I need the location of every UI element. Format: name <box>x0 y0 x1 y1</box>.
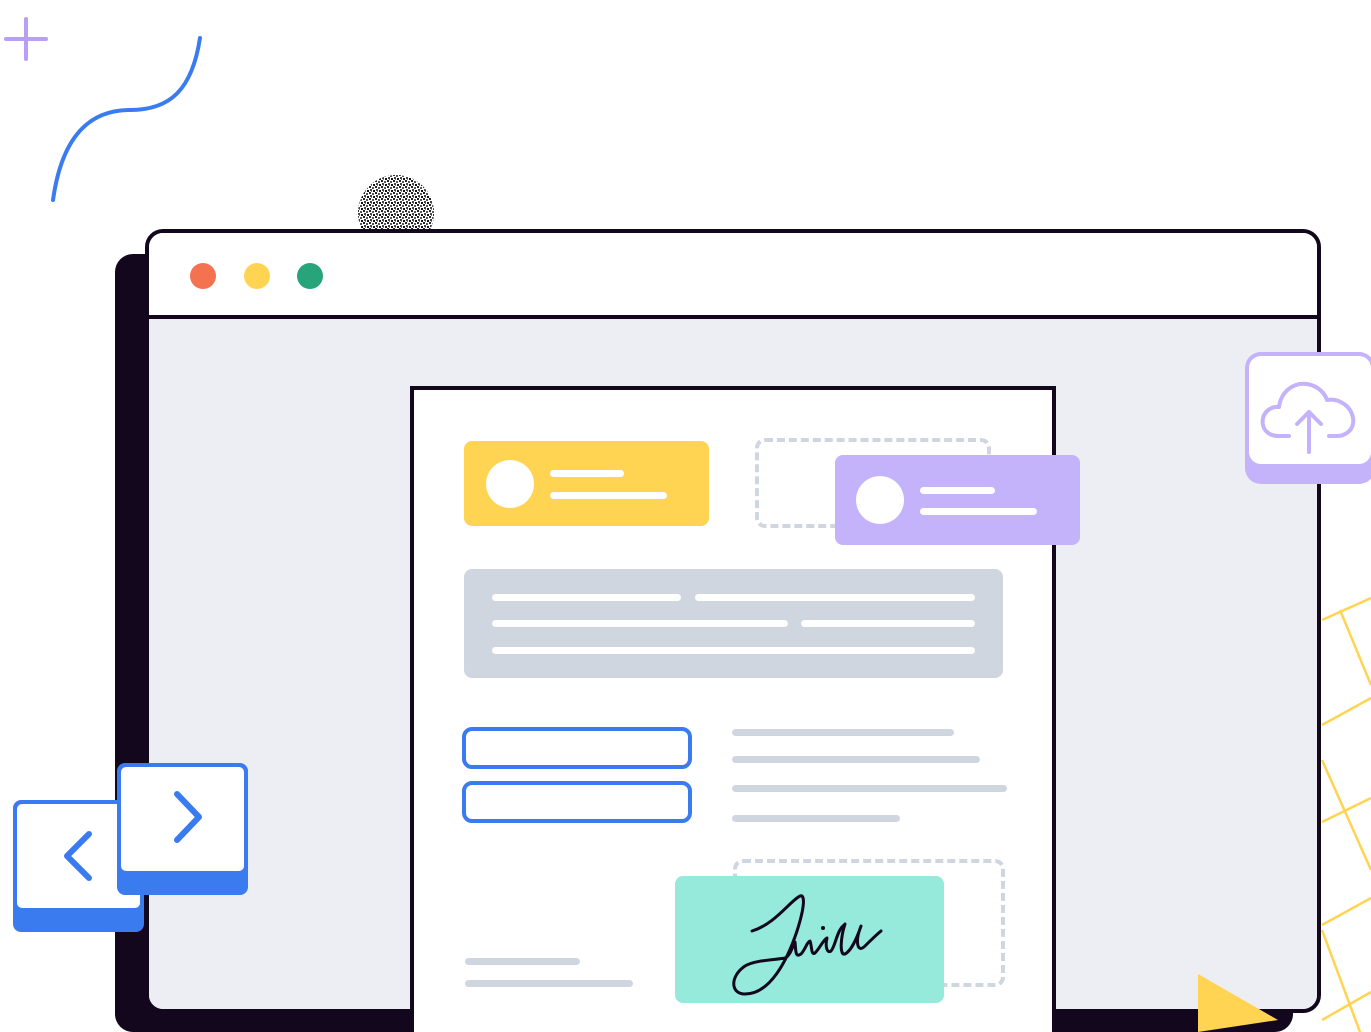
text-line <box>695 594 975 601</box>
text-line <box>465 980 633 987</box>
cloud-upload-icon <box>1260 381 1356 454</box>
avatar <box>486 460 534 508</box>
text-line <box>920 487 995 494</box>
window-titlebar <box>149 233 1317 319</box>
text-line <box>492 620 788 627</box>
text-line <box>732 785 1007 792</box>
text-block <box>464 569 1003 678</box>
signature <box>732 894 883 996</box>
text-line <box>801 620 975 627</box>
chevron-right-icon <box>174 791 202 843</box>
illustration-canvas <box>0 0 1371 1032</box>
minimize-dot[interactable] <box>244 263 270 289</box>
text-line <box>465 958 580 965</box>
upload-card-face <box>1249 356 1371 464</box>
text-line <box>732 815 900 822</box>
text-line <box>732 729 954 736</box>
input-field-1[interactable] <box>462 727 692 769</box>
text-line <box>920 508 1037 515</box>
close-dot[interactable] <box>190 263 216 289</box>
text-line <box>550 470 624 477</box>
input-field-2[interactable] <box>462 781 692 823</box>
text-line <box>550 492 667 499</box>
decorative-curve <box>51 36 202 202</box>
yellow-card <box>464 441 709 526</box>
text-line <box>492 647 975 654</box>
noise-ball <box>358 175 434 234</box>
avatar <box>856 476 904 524</box>
next-button-face <box>121 767 244 871</box>
upload-card[interactable] <box>1245 352 1371 484</box>
maximize-dot[interactable] <box>297 263 323 289</box>
next-button[interactable] <box>117 763 248 895</box>
play-icon <box>1198 974 1278 1032</box>
signature-card <box>675 876 944 1003</box>
text-line <box>492 594 681 601</box>
text-line <box>732 756 980 763</box>
purple-card <box>835 455 1080 545</box>
